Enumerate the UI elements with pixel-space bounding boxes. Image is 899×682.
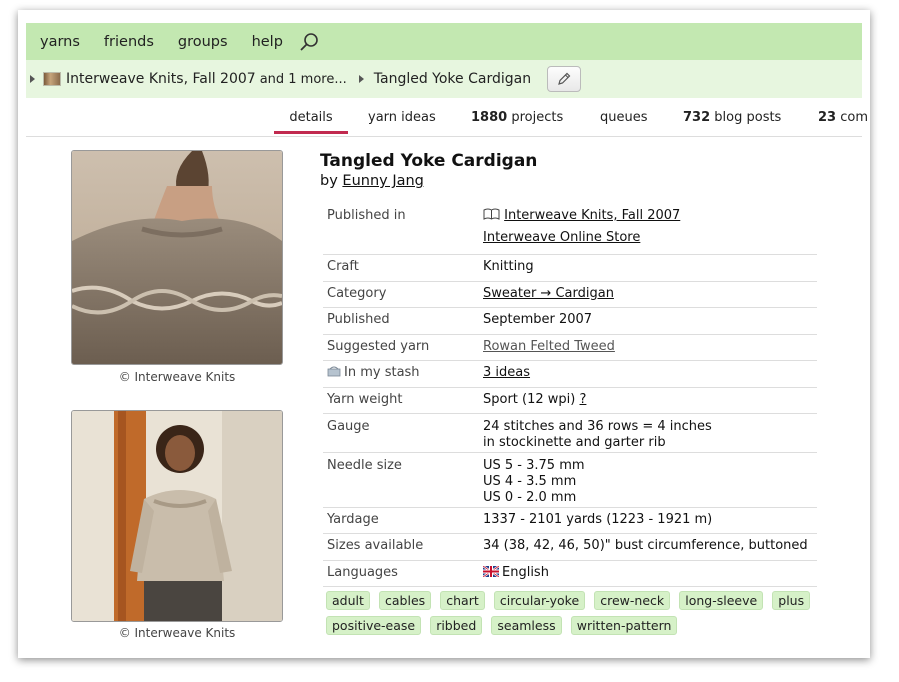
pattern-byline: by Eunny Jang xyxy=(320,173,424,189)
tab-blog-posts[interactable]: 732 blog posts xyxy=(683,110,781,125)
pencil-icon xyxy=(558,72,571,85)
yarn-link[interactable]: Rowan Felted Tweed xyxy=(483,339,615,354)
detail-needle-size: Needle size US 5 - 3.75 mm US 4 - 3.5 mm… xyxy=(323,453,817,508)
tag-circular-yoke[interactable]: circular-yoke xyxy=(493,591,586,610)
store-link[interactable]: Interweave Online Store xyxy=(483,230,640,245)
nav-friends[interactable]: friends xyxy=(104,34,154,50)
page-frame: yarns friends groups help Interweave Kni… xyxy=(18,10,870,658)
tab-bar: details yarn ideas 1880 projects queues … xyxy=(26,106,868,137)
stash-icon xyxy=(327,366,341,377)
breadcrumb-source[interactable]: Interweave Knits, Fall 2007 xyxy=(66,71,256,87)
magazine-link[interactable]: Interweave Knits, Fall 2007 xyxy=(504,208,680,223)
detail-craft: Craft Knitting xyxy=(323,255,817,282)
nav-groups[interactable]: groups xyxy=(178,34,228,50)
tab-details[interactable]: details xyxy=(274,110,348,134)
breadcrumb-more[interactable]: and 1 more... xyxy=(260,72,347,87)
detail-in-my-stash: In my stash 3 ideas xyxy=(323,361,817,388)
breadcrumb: Interweave Knits, Fall 2007 and 1 more..… xyxy=(26,60,862,98)
tag-list: adult cables chart circular-yoke crew-ne… xyxy=(326,590,826,640)
pattern-details: Published in Interweave Knits, Fall 2007… xyxy=(323,202,817,587)
detail-languages: Languages English xyxy=(323,561,817,587)
detail-published-in: Published in Interweave Knits, Fall 2007… xyxy=(323,202,817,255)
pattern-photo-back[interactable] xyxy=(71,150,283,365)
author-link[interactable]: Eunny Jang xyxy=(342,173,423,189)
tab-comments[interactable]: 23 com xyxy=(818,110,868,125)
yarn-weight-help-link[interactable]: ? xyxy=(580,392,587,407)
tab-yarn-ideas[interactable]: yarn ideas xyxy=(368,110,436,125)
tab-queues[interactable]: queues xyxy=(600,110,648,125)
pattern-photo-model[interactable] xyxy=(71,410,283,622)
tag-written-pattern[interactable]: written-pattern xyxy=(570,616,678,635)
book-icon xyxy=(483,208,500,220)
magazine-thumbnail xyxy=(43,72,61,86)
detail-yardage: Yardage 1337 - 2101 yards (1223 - 1921 m… xyxy=(323,508,817,534)
chevron-right-icon xyxy=(30,75,35,83)
detail-sizes: Sizes available 34 (38, 42, 46, 50)" bus… xyxy=(323,534,817,561)
category-link[interactable]: Sweater → Cardigan xyxy=(483,286,614,301)
nav-help[interactable]: help xyxy=(252,34,283,50)
detail-published: Published September 2007 xyxy=(323,308,817,335)
tag-cables[interactable]: cables xyxy=(379,591,432,610)
nav-yarns[interactable]: yarns xyxy=(40,34,80,50)
tag-ribbed[interactable]: ribbed xyxy=(430,616,483,635)
tag-positive-ease[interactable]: positive-ease xyxy=(326,616,422,635)
tag-chart[interactable]: chart xyxy=(440,591,485,610)
breadcrumb-current[interactable]: Tangled Yoke Cardigan xyxy=(374,71,531,87)
tab-projects[interactable]: 1880 projects xyxy=(471,110,563,125)
detail-category: Category Sweater → Cardigan xyxy=(323,282,817,308)
top-nav: yarns friends groups help xyxy=(26,23,862,60)
detail-gauge: Gauge 24 stitches and 36 rows = 4 inches… xyxy=(323,414,817,453)
photo-caption: © Interweave Knits xyxy=(118,626,236,640)
detail-yarn-weight: Yarn weight Sport (12 wpi) ? xyxy=(323,388,817,414)
edit-button[interactable] xyxy=(547,66,582,92)
photo-caption: © Interweave Knits xyxy=(118,370,236,384)
tag-plus[interactable]: plus xyxy=(772,591,811,610)
chevron-right-icon xyxy=(358,75,364,83)
tag-adult[interactable]: adult xyxy=(326,591,370,610)
pattern-title: Tangled Yoke Cardigan xyxy=(320,151,538,171)
tag-long-sleeve[interactable]: long-sleeve xyxy=(679,591,764,610)
search-icon[interactable] xyxy=(299,31,321,53)
stash-ideas-link[interactable]: 3 ideas xyxy=(483,365,530,380)
tag-seamless[interactable]: seamless xyxy=(491,616,562,635)
detail-suggested-yarn: Suggested yarn Rowan Felted Tweed xyxy=(323,335,817,361)
tag-crew-neck[interactable]: crew-neck xyxy=(594,591,671,610)
uk-flag-icon xyxy=(482,565,500,578)
